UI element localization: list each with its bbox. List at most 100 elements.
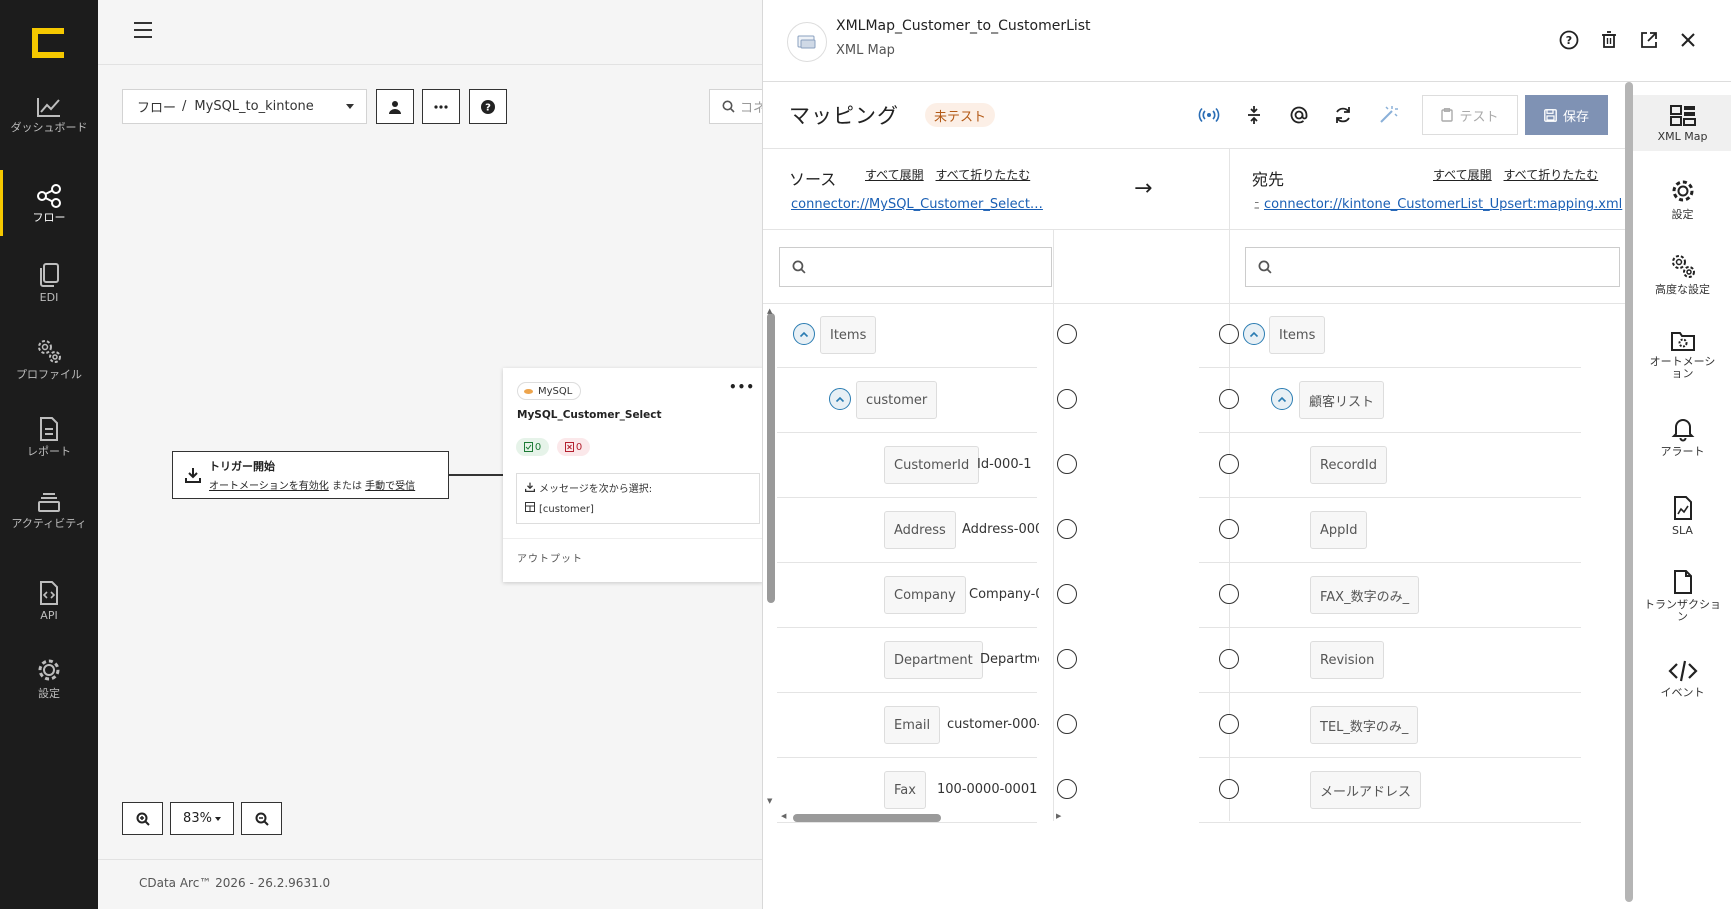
rail-item-advanced-settings[interactable]: 高度な設定 xyxy=(1633,252,1731,296)
chevron-down-icon[interactable] xyxy=(346,104,354,109)
source-field-fax[interactable]: Fax xyxy=(884,771,926,809)
rail-label: イベント xyxy=(1660,686,1705,699)
panel-scrollbar[interactable] xyxy=(1625,82,1633,902)
nav-item-report[interactable]: レポート xyxy=(0,416,98,458)
trigger-start-box[interactable]: トリガー開始 オートメーションを有効化 または 手動で受信 xyxy=(172,451,449,499)
destination-node-customer-list[interactable]: 顧客リスト xyxy=(1299,381,1385,419)
rail-item-transactions[interactable]: トランザクション xyxy=(1633,569,1731,623)
broadcast-icon[interactable] xyxy=(1198,104,1220,126)
scroll-up-icon[interactable]: ▲ xyxy=(767,307,772,315)
rail-item-xml-map[interactable]: XML Map xyxy=(1633,95,1731,152)
source-node-items[interactable]: Items xyxy=(820,316,877,354)
source-field-address[interactable]: Address xyxy=(884,511,956,549)
nav-item-settings[interactable]: 設定 xyxy=(0,656,98,700)
scroll-left-icon[interactable]: ◀ xyxy=(781,812,786,820)
collapse-toggle-icon[interactable] xyxy=(1271,388,1293,410)
source-sample-value: 100-0000-0001 xyxy=(937,782,1038,797)
at-sign-icon[interactable] xyxy=(1288,104,1310,126)
collapse-toggle-icon[interactable] xyxy=(1243,323,1265,345)
more-button[interactable] xyxy=(422,89,460,124)
scroll-down-icon[interactable]: ▼ xyxy=(767,797,772,805)
destination-node-items[interactable]: Items xyxy=(1269,316,1326,354)
sla-icon xyxy=(1673,496,1692,520)
magic-wand-icon[interactable] xyxy=(1377,104,1399,126)
nav-item-activity[interactable]: アクティビティ xyxy=(0,490,98,530)
save-button[interactable]: 保存 xyxy=(1525,95,1608,135)
panel-header: XMLMap_Customer_to_CustomerList XML Map … xyxy=(763,0,1731,82)
source-field-email[interactable]: Email xyxy=(884,706,941,744)
user-button[interactable] xyxy=(376,89,414,124)
download-icon xyxy=(525,482,535,492)
rail-item-automation[interactable]: オートメーション xyxy=(1633,330,1731,380)
breadcrumb-root[interactable]: フロー xyxy=(137,97,176,116)
connector-search-input[interactable]: コネ xyxy=(709,89,769,124)
manual-receive-link[interactable]: 手動で受信 xyxy=(365,481,415,492)
tree-horizontal-scrollbar[interactable] xyxy=(793,814,941,822)
trigger-title: トリガー開始 xyxy=(209,460,275,473)
destination-row: 顧客リスト xyxy=(1199,368,1581,433)
source-mapping-handle[interactable] xyxy=(1057,584,1077,604)
source-mapping-handle[interactable] xyxy=(1057,779,1077,799)
destination-field-revision[interactable]: Revision xyxy=(1310,641,1385,679)
rail-item-events[interactable]: イベント xyxy=(1633,659,1731,699)
destination-field-fax[interactable]: FAX_数字のみ_ xyxy=(1310,576,1420,614)
nav-item-edi[interactable]: EDI xyxy=(0,262,98,304)
rail-item-alerts[interactable]: アラート xyxy=(1633,416,1731,458)
destination-collapse-all-link[interactable]: すべて折りたたむ xyxy=(1504,168,1599,182)
source-field-department[interactable]: Department xyxy=(884,641,983,679)
source-field-customerid[interactable]: CustomerId xyxy=(884,446,980,484)
source-mapping-handle[interactable] xyxy=(1057,389,1077,409)
source-field-company[interactable]: Company xyxy=(884,576,966,614)
source-node-customer[interactable]: customer xyxy=(856,381,938,419)
refresh-icon[interactable] xyxy=(1332,104,1354,126)
canvas-topbar xyxy=(98,0,762,65)
help-circle-icon[interactable]: ? xyxy=(1558,29,1580,51)
source-expand-all-link[interactable]: すべて展開 xyxy=(865,168,924,182)
mysql-connector-node[interactable]: MySQL ••• MySQL_Customer_Select 0 0 メッセー… xyxy=(503,368,763,582)
test-button[interactable]: テスト xyxy=(1422,95,1518,135)
source-mapping-handle[interactable] xyxy=(1057,649,1077,669)
rail-item-settings[interactable]: 設定 xyxy=(1633,177,1731,221)
destination-expand-all-link[interactable]: すべて展開 xyxy=(1433,168,1492,182)
collapse-toggle-icon[interactable] xyxy=(829,388,851,410)
hamburger-menu-icon[interactable] xyxy=(134,22,152,38)
enable-automation-link[interactable]: オートメーションを有効化 xyxy=(209,481,329,492)
source-mapping-handle[interactable] xyxy=(1057,714,1077,734)
left-navigation: ダッシュボード フロー EDI プロファイル レポート アクティビティ API … xyxy=(0,0,98,909)
flow-breadcrumb[interactable]: フロー / MySQL_to_kintone xyxy=(122,89,367,124)
source-mapping-handle[interactable] xyxy=(1057,454,1077,474)
destination-search-input[interactable] xyxy=(1245,247,1620,287)
nav-item-flow[interactable]: フロー xyxy=(0,170,98,236)
destination-connector-link[interactable]: connector://kintone_CustomerList_Upsert:… xyxy=(1264,197,1624,212)
zoom-in-button[interactable] xyxy=(122,802,163,835)
destination-field-tel[interactable]: TEL_数字のみ_ xyxy=(1310,706,1419,744)
breadcrumb-flow-name: MySQL_to_kintone xyxy=(194,99,314,114)
tree-vertical-scrollbar[interactable] xyxy=(767,313,775,603)
zoom-level-dropdown[interactable]: 83% xyxy=(170,802,234,835)
help-button[interactable]: ? xyxy=(469,89,507,124)
source-search-input[interactable] xyxy=(779,247,1052,287)
destination-row: Items xyxy=(1199,303,1581,368)
trash-icon[interactable] xyxy=(1598,29,1620,51)
destination-field-email[interactable]: メールアドレス xyxy=(1310,771,1422,809)
source-mapping-handle[interactable] xyxy=(1057,519,1077,539)
close-icon[interactable] xyxy=(1677,29,1699,51)
destination-field-appid[interactable]: AppId xyxy=(1310,511,1368,549)
source-collapse-all-link[interactable]: すべて折りたたむ xyxy=(936,168,1031,182)
rail-item-sla[interactable]: SLA xyxy=(1633,495,1731,537)
zoom-out-button[interactable] xyxy=(241,802,282,835)
source-mapping-handle[interactable] xyxy=(1057,324,1077,344)
nav-item-profile[interactable]: プロファイル xyxy=(0,337,98,381)
nav-item-dashboard[interactable]: ダッシュボード xyxy=(0,96,98,134)
nav-item-api[interactable]: API xyxy=(0,580,98,622)
node-more-icon[interactable]: ••• xyxy=(729,380,755,394)
scroll-right-icon[interactable]: ▶ xyxy=(1056,812,1061,820)
destination-field-recordid[interactable]: RecordId xyxy=(1310,446,1388,484)
nav-label: アクティビティ xyxy=(11,517,87,530)
external-link-icon[interactable] xyxy=(1638,29,1660,51)
collapse-toggle-icon[interactable] xyxy=(793,323,815,345)
source-sample-value: customer-000-1( xyxy=(947,717,1039,732)
source-connector-link[interactable]: connector://MySQL_Customer_Select… xyxy=(791,197,1046,212)
nav-label: ダッシュボード xyxy=(10,121,88,134)
compress-icon[interactable] xyxy=(1243,104,1265,126)
